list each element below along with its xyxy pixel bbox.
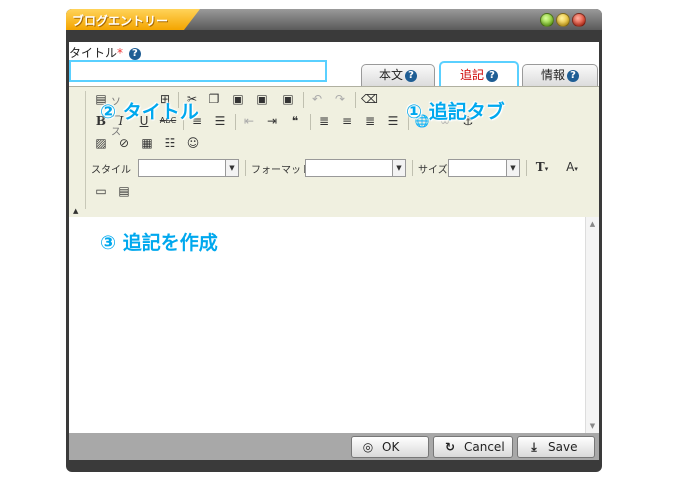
editor-scrollbar[interactable]: ▲ ▼ (585, 217, 599, 433)
align-center-icon[interactable]: ≡ (339, 113, 355, 129)
help-icon[interactable]: ? (128, 47, 141, 60)
template-icon[interactable]: ▤ (116, 183, 132, 199)
chevron-down-icon: ▼ (392, 160, 405, 176)
scroll-up-icon[interactable]: ▲ (586, 220, 599, 228)
toolbar-separator (526, 160, 527, 176)
refresh-icon: ↻ (444, 440, 456, 454)
minimize-button[interactable] (540, 13, 554, 27)
chevron-down-icon: ▼ (225, 160, 238, 176)
tab-body[interactable]: 本文? (361, 64, 435, 86)
toolbar-collapse-icon[interactable]: ▲ (73, 207, 78, 215)
title-bar[interactable]: ブログエントリー (66, 9, 602, 30)
close-button[interactable] (572, 13, 586, 27)
title-input[interactable] (69, 60, 327, 82)
format-label: フォーマット (251, 165, 311, 176)
style-label: スタイル (91, 165, 131, 176)
table-icon[interactable]: ▦ (139, 135, 155, 151)
annotation-tab: ① 追記タブ (406, 101, 505, 123)
paste-text-icon[interactable]: ▣ (254, 91, 270, 107)
tab-extended-label: 追記 (459, 68, 484, 82)
align-justify-icon[interactable]: ☰ (385, 113, 401, 129)
save-label: Save (548, 440, 578, 454)
flash-icon[interactable]: ⊘ (116, 135, 132, 151)
toolbar-separator (303, 92, 304, 108)
tab-info[interactable]: 情報? (522, 64, 598, 86)
format-select[interactable]: ▼ (305, 159, 406, 177)
paste-word-icon[interactable]: ▣ (280, 91, 296, 107)
help-icon[interactable]: ? (567, 69, 579, 82)
scroll-down-icon[interactable]: ▼ (586, 422, 599, 430)
style-select[interactable]: ▼ (138, 159, 239, 177)
paste-icon[interactable]: ▣ (230, 91, 246, 107)
redo-icon[interactable]: ↷ (332, 91, 348, 107)
eraser-icon[interactable]: ⌫ (361, 91, 378, 107)
copy-icon[interactable]: ❐ (206, 91, 222, 107)
ok-button[interactable]: ◎ OK (351, 436, 429, 458)
toolbar-edge (85, 91, 86, 209)
chevron-down-icon: ▼ (506, 160, 519, 176)
outdent-icon[interactable]: ⇤ (241, 113, 257, 129)
cancel-label: Cancel (464, 440, 505, 454)
background-color-icon[interactable]: A▾ (561, 159, 583, 175)
indent-icon[interactable]: ⇥ (264, 113, 280, 129)
download-icon: ⤓ (531, 440, 537, 454)
window-title: ブログエントリー (72, 14, 169, 28)
save-button[interactable]: ⤓ Save (517, 436, 595, 458)
smiley-icon[interactable]: ☺ (185, 135, 201, 151)
toolbar-separator (412, 160, 413, 176)
tab-info-label: 情報 (540, 68, 565, 82)
title-label-text: タイトル (69, 46, 118, 60)
tab-body-label: 本文 (378, 68, 403, 82)
toolbar-row-4: スタイル ▼ フォーマット ▼ サイズ ▼ T▾ A▾ (89, 159, 599, 179)
toolbar-separator (310, 114, 311, 130)
ok-label: OK (382, 440, 400, 454)
text-color-label: T (535, 160, 545, 174)
toolbar-separator (235, 114, 236, 130)
button-bar: ◎ OK ↻ Cancel ⤓ Save (69, 433, 599, 460)
text-color-icon[interactable]: T▾ (531, 159, 553, 175)
title-field-label: タイトル* ? (69, 44, 141, 61)
size-label: サイズ (418, 165, 448, 176)
required-mark: * (117, 46, 124, 60)
align-left-icon[interactable]: ≣ (316, 113, 332, 129)
undo-icon[interactable]: ↶ (309, 91, 325, 107)
help-icon[interactable]: ? (486, 69, 498, 82)
help-icon[interactable]: ? (405, 69, 417, 82)
ok-icon: ◎ (362, 440, 374, 454)
annotation-create: ③ 追記を作成 (100, 232, 218, 254)
blockquote-icon[interactable]: ❝ (287, 113, 303, 129)
unordered-list-icon[interactable]: ☰ (212, 113, 228, 129)
cancel-button[interactable]: ↻ Cancel (433, 436, 513, 458)
show-blocks-icon[interactable]: ▭ (93, 183, 109, 199)
toolbar-separator (355, 92, 356, 108)
annotation-title: ② タイトル (100, 101, 199, 123)
tab-extended[interactable]: 追記? (439, 61, 519, 86)
toolbar-separator (245, 160, 246, 176)
size-select[interactable]: ▼ (448, 159, 520, 177)
horizontal-rule-icon[interactable]: ☷ (162, 135, 178, 151)
align-right-icon[interactable]: ≣ (362, 113, 378, 129)
image-icon[interactable]: ▨ (93, 135, 109, 151)
maximize-button[interactable] (556, 13, 570, 27)
